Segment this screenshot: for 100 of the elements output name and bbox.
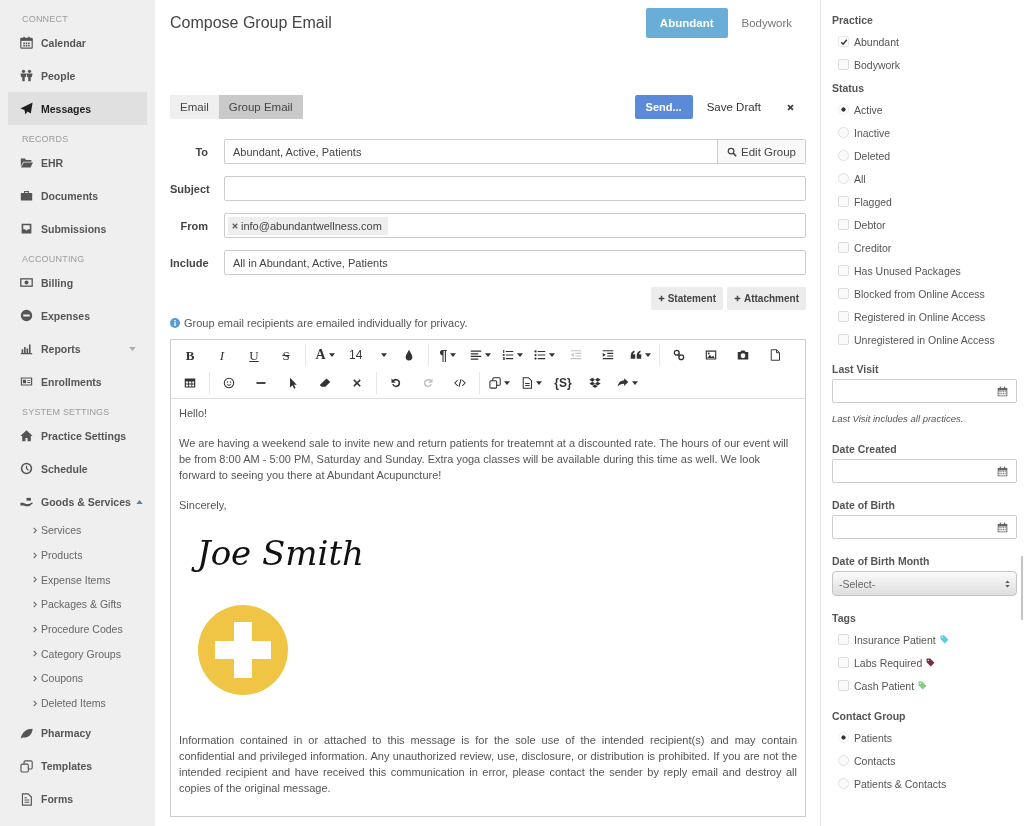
- italic-button[interactable]: I: [206, 343, 238, 367]
- sidebar-subitem[interactable]: Category Groups: [8, 641, 147, 667]
- date-field[interactable]: [832, 515, 1017, 539]
- calendar-icon[interactable]: [997, 465, 1008, 477]
- date-field[interactable]: [832, 459, 1017, 483]
- sidebar-subitem[interactable]: Expense Items: [8, 567, 147, 593]
- checkbox[interactable]: [838, 242, 849, 253]
- sidebar-item[interactable]: Templates: [8, 749, 147, 783]
- paragraph-button[interactable]: ¶: [432, 343, 464, 367]
- radio-button[interactable]: [838, 755, 849, 766]
- radio-button[interactable]: [838, 104, 849, 115]
- sidebar-subitem[interactable]: Products: [8, 542, 147, 568]
- checkbox[interactable]: [838, 657, 849, 668]
- sidebar-item[interactable]: Goods & Services: [8, 485, 147, 518]
- table-icon: [184, 377, 196, 389]
- sidebar-item[interactable]: Enrollments: [8, 365, 147, 398]
- close-icon[interactable]: [786, 102, 795, 112]
- sidebar-item[interactable]: Messages: [8, 92, 147, 125]
- practice-tab[interactable]: Bodywork: [727, 8, 806, 38]
- font-color-button[interactable]: A: [309, 343, 341, 367]
- filter-option[interactable]: Patients: [832, 726, 1017, 749]
- filter-option[interactable]: Labs Required: [832, 651, 1017, 674]
- sidebar-item[interactable]: EHR: [8, 146, 147, 179]
- variable-button[interactable]: {S}: [547, 371, 579, 395]
- sidebar-item[interactable]: Pharmacy: [8, 716, 147, 750]
- sidebar-item[interactable]: Forms: [8, 782, 147, 816]
- checkbox[interactable]: [838, 334, 849, 345]
- month-select[interactable]: -Select-: [832, 571, 1017, 596]
- filter-option[interactable]: Flagged: [832, 190, 1017, 213]
- chevron-icon: [33, 526, 37, 534]
- filter-option[interactable]: Registered in Online Access: [832, 305, 1017, 328]
- sidebar-item[interactable]: Expenses: [8, 299, 147, 332]
- filter-option[interactable]: Deleted: [832, 144, 1017, 167]
- filter-option[interactable]: Patients & Contacts: [832, 772, 1017, 795]
- checkbox[interactable]: [838, 265, 849, 276]
- tag-input-field[interactable]: info@abundantwellness.com: [224, 213, 806, 238]
- calendar-icon[interactable]: [997, 385, 1008, 397]
- filter-option[interactable]: Active: [832, 98, 1017, 121]
- remove-icon[interactable]: [232, 222, 238, 229]
- sidebar-subitem[interactable]: Deleted Items: [8, 690, 147, 716]
- sidebar-item[interactable]: Schedule: [8, 452, 147, 485]
- add-button[interactable]: Attachment: [727, 287, 806, 310]
- radio-button[interactable]: [838, 127, 849, 138]
- sidebar-subitem[interactable]: Procedure Codes: [8, 616, 147, 642]
- checkbox[interactable]: [838, 288, 849, 299]
- checkbox[interactable]: [838, 680, 849, 691]
- font-size-button[interactable]: 14: [341, 343, 393, 367]
- caret-icon[interactable]: [135, 499, 143, 504]
- checkbox[interactable]: [838, 634, 849, 645]
- checkbox[interactable]: [838, 36, 849, 47]
- add-button[interactable]: Statement: [650, 287, 723, 310]
- filter-option[interactable]: Bodywork: [832, 53, 1017, 76]
- recipient-field[interactable]: Abundant, Active, Patients Edit Group: [224, 139, 806, 164]
- radio-button[interactable]: [838, 778, 849, 789]
- filter-option[interactable]: Inactive: [832, 121, 1017, 144]
- checkbox[interactable]: [838, 219, 849, 230]
- checkbox[interactable]: [838, 59, 849, 70]
- input-field[interactable]: [224, 176, 806, 201]
- edit-group-button[interactable]: Edit Group: [717, 140, 805, 163]
- sidebar-item[interactable]: Calendar: [8, 26, 147, 59]
- save-draft-button[interactable]: Save Draft: [706, 95, 761, 119]
- underline-button[interactable]: U: [238, 343, 270, 367]
- sidebar-item[interactable]: Practice Settings: [8, 419, 147, 452]
- scrollbar-thumb[interactable]: [1021, 556, 1023, 620]
- sidebar-subitem[interactable]: Packages & Gifts: [8, 592, 147, 617]
- filter-option[interactable]: All: [832, 167, 1017, 190]
- filter-option[interactable]: Cash Patient: [832, 674, 1017, 697]
- filter-option[interactable]: Contacts: [832, 749, 1017, 772]
- radio-button[interactable]: [838, 150, 849, 161]
- filter-option[interactable]: Insurance Patient: [832, 628, 1017, 651]
- email-tag[interactable]: info@abundantwellness.com: [228, 216, 388, 235]
- filter-option[interactable]: Blocked from Online Access: [832, 282, 1017, 305]
- checkbox[interactable]: [838, 196, 849, 207]
- sidebar-item[interactable]: Billing: [8, 266, 147, 299]
- mode-tab[interactable]: Group Email: [218, 95, 303, 119]
- checkbox[interactable]: [838, 311, 849, 322]
- radio-button[interactable]: [838, 173, 849, 184]
- filter-option[interactable]: Has Unused Packages: [832, 259, 1017, 282]
- sidebar-item[interactable]: Submissions: [8, 212, 147, 245]
- copy-icon: [488, 377, 501, 389]
- filter-title: Date Created: [832, 442, 898, 457]
- filter-title: Status: [832, 81, 866, 96]
- date-field[interactable]: [832, 379, 1017, 403]
- filter-option[interactable]: Creditor: [832, 236, 1017, 259]
- message-editor[interactable]: [170, 339, 806, 817]
- bold-button[interactable]: B: [174, 343, 206, 367]
- filter-option[interactable]: Unregistered in Online Access: [832, 328, 1017, 351]
- sidebar-subitem[interactable]: Services: [8, 518, 147, 543]
- radio-button[interactable]: [838, 732, 849, 743]
- sidebar-item[interactable]: People: [8, 59, 147, 92]
- sidebar-subitem[interactable]: Coupons: [8, 666, 147, 691]
- sidebar-item[interactable]: Documents: [8, 179, 147, 212]
- outdent-icon: [570, 349, 582, 361]
- strikethrough-button[interactable]: S: [270, 343, 302, 367]
- filter-option[interactable]: Debtor: [832, 213, 1017, 236]
- sidebar-item[interactable]: Reports: [8, 332, 147, 365]
- input-field[interactable]: All in Abundant, Active, Patients: [224, 250, 806, 275]
- mode-tab[interactable]: Email: [170, 95, 219, 119]
- filter-option[interactable]: Abundant: [832, 30, 1017, 53]
- calendar-icon[interactable]: [997, 521, 1008, 533]
